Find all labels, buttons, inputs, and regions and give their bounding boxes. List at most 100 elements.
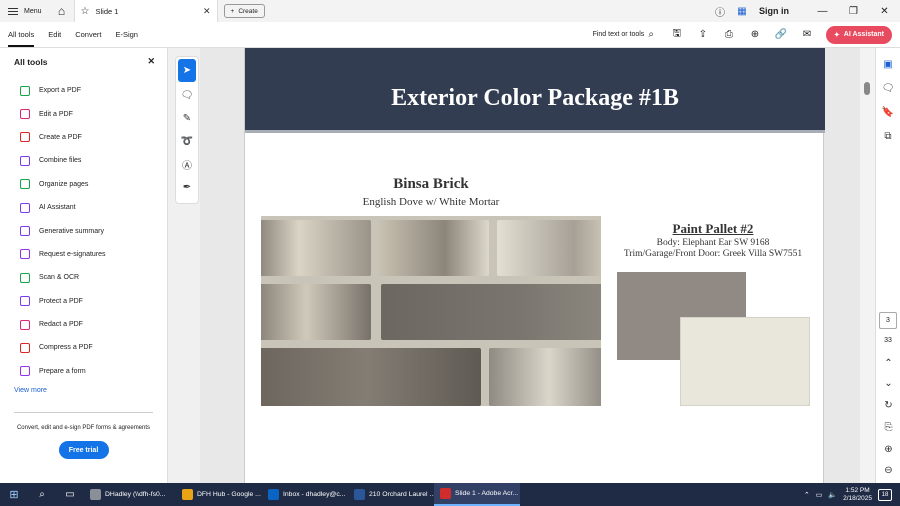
plus-icon: + (230, 7, 235, 15)
create-label: Create (238, 7, 258, 15)
pdf-page: Exterior Color Package #1B Binsa Brick E… (244, 48, 825, 483)
sidebar-item-scan-ocr[interactable]: Scan & OCR (0, 266, 167, 289)
create-button[interactable]: + Create (223, 4, 265, 18)
find-label: Find text or tools (592, 31, 645, 38)
tab-convert[interactable]: Convert (75, 30, 101, 39)
taskbar-app-1[interactable]: DFH Hub - Google ... (176, 483, 262, 506)
help-icon[interactable]: ⓘ (709, 4, 731, 19)
ai-assistant-button[interactable]: ✦ AI Assistant (825, 25, 892, 44)
scrollbar-thumb[interactable] (864, 82, 870, 95)
share-icon[interactable]: ⊕ (746, 29, 764, 40)
text-tool-icon[interactable]: Ⓐ (176, 153, 198, 176)
clock-time: 1:52 PM (845, 486, 870, 494)
taskbar-app-2[interactable]: Inbox - dhadley@c... (262, 483, 348, 506)
zoom-out-icon[interactable]: ⊖ (876, 465, 900, 476)
pen-tool-icon[interactable]: ✎ (176, 107, 198, 130)
email-icon[interactable]: ✉ (798, 29, 816, 40)
apps-grid-icon[interactable]: ▦ (731, 6, 753, 17)
sidebar-item-compress-a-pdf[interactable]: Compress a PDF (0, 336, 167, 359)
link-icon[interactable]: 🔗 (772, 29, 790, 40)
sidebar-item-edit-a-pdf[interactable]: Edit a PDF (0, 102, 167, 125)
create-pdf-icon (20, 132, 30, 143)
task-view-icon[interactable]: ▭ (56, 489, 84, 500)
chevron-up-icon[interactable]: ⌃ (804, 491, 810, 499)
edit-panel-icon[interactable]: ▣ (876, 52, 900, 76)
current-page-input[interactable]: 3 (879, 312, 897, 329)
volume-icon[interactable]: 🔈 (828, 491, 837, 499)
taskbar-app-0[interactable]: DHadley (\\dfh-fs0... (84, 483, 176, 506)
rotate-icon[interactable]: ↻ (876, 400, 900, 411)
select-tool-icon[interactable]: ➤ (178, 59, 196, 82)
total-pages: 33 (884, 337, 892, 344)
windows-start-icon[interactable]: ⊞ (0, 488, 28, 501)
tab-edit[interactable]: Edit (48, 30, 61, 39)
notification-badge[interactable]: 18 (878, 488, 892, 501)
sign-tool-icon[interactable]: ✒ (176, 176, 198, 199)
sidebar-item-create-a-pdf[interactable]: Create a PDF (0, 126, 167, 149)
tab-esign[interactable]: E-Sign (115, 30, 138, 39)
promo-text: Convert, edit and e-sign PDF forms & agr… (16, 425, 151, 432)
panel-title: All tools (14, 56, 48, 67)
sidebar-item-export-a-pdf[interactable]: Export a PDF (0, 79, 167, 102)
print-icon[interactable]: ⎙ (720, 29, 738, 40)
sidebar-item-label: Organize pages (39, 180, 89, 188)
network-icon[interactable]: ▭ (816, 491, 823, 499)
divider (14, 412, 153, 414)
close-window-icon[interactable]: ✕ (869, 6, 900, 17)
app-icon (268, 489, 279, 500)
sidebar-item-label: Prepare a form (39, 367, 86, 375)
free-trial-button[interactable]: Free trial (58, 441, 109, 460)
search-icon[interactable]: ⌕ (28, 489, 56, 500)
taskbar-app-4[interactable]: Slide 1 - Adobe Acr... (434, 483, 520, 506)
brick-photo (261, 216, 601, 406)
find-text-button[interactable]: Find text or tools ⌕ (593, 29, 654, 40)
taskbar-apps: DHadley (\\dfh-fs0... DFH Hub - Google ..… (84, 483, 520, 506)
sidebar-item-combine-files[interactable]: Combine files (0, 149, 167, 172)
sidebar-item-generative-summary[interactable]: Generative summary (0, 219, 167, 242)
sidebar-item-protect-a-pdf[interactable]: Protect a PDF (0, 290, 167, 313)
page-down-icon[interactable]: ⌄ (876, 378, 900, 389)
sidebar-item-organize-pages[interactable]: Organize pages (0, 173, 167, 196)
sidebar-item-prepare-a-form[interactable]: Prepare a form (0, 360, 167, 383)
tab-slide-1[interactable]: ☆ Slide 1 ✕ (73, 0, 218, 22)
close-panel-icon[interactable]: ✕ (147, 56, 155, 67)
brick-title: Binsa Brick (393, 176, 469, 192)
sidebar-item-ai-assistant[interactable]: AI Assistant (0, 196, 167, 219)
menu-button[interactable]: Menu (0, 0, 50, 22)
upload-icon[interactable]: ⇪ (694, 29, 712, 40)
sidebar-item-redact-a-pdf[interactable]: Redact a PDF (0, 313, 167, 336)
zoom-in-icon[interactable]: ⊕ (876, 444, 900, 455)
view-more-link[interactable]: View more (0, 387, 167, 394)
clock[interactable]: 1:52 PM 2/18/2025 (843, 487, 872, 503)
sidebar-item-label: AI Assistant (39, 204, 76, 212)
combine-files-icon (20, 155, 30, 166)
page-up-icon[interactable]: ⌃ (876, 358, 900, 369)
system-tray: ⌃ ▭ 🔈 1:52 PM 2/18/2025 18 (804, 487, 900, 503)
sidebar-item-request-e-signatures[interactable]: Request e-signatures (0, 243, 167, 266)
vertical-scrollbar[interactable] (860, 48, 875, 483)
bookmark-icon[interactable]: 🔖 (876, 100, 900, 124)
export-page-icon[interactable]: ⎘ (876, 422, 900, 433)
sign-in-button[interactable]: Sign in (759, 6, 789, 16)
taskbar-app-3[interactable]: 210 Orchard Laurel ... (348, 483, 434, 506)
app-icon (182, 489, 193, 500)
lasso-tool-icon[interactable]: ➰ (176, 130, 198, 153)
tab-all-tools[interactable]: All tools (8, 30, 35, 47)
restore-icon[interactable]: ❐ (838, 6, 869, 17)
star-icon[interactable]: ☆ (81, 6, 90, 17)
comments-icon[interactable]: 🗨 (876, 76, 900, 100)
document-viewer[interactable]: Exterior Color Package #1B Binsa Brick E… (200, 48, 860, 483)
right-toolbar: ▣ 🗨 🔖 ⧉ 3 33 ⌃ ⌄ ↻ ⎘ ⊕ ⊖ (875, 48, 900, 483)
pages-icon[interactable]: ⧉ (876, 124, 900, 148)
main-toolbar: All tools Edit Convert E-Sign Find text … (0, 22, 900, 48)
palette-title: Paint Pallet #2 (672, 221, 754, 236)
save-icon[interactable]: 🖫 (668, 26, 686, 43)
request-esignatures-icon (20, 249, 30, 260)
home-icon[interactable]: ⌂ (50, 0, 74, 22)
close-tab-icon[interactable]: ✕ (203, 6, 211, 17)
comment-tool-icon[interactable]: 🗨 (176, 84, 198, 107)
vertical-toolbar: ➤ 🗨 ✎ ➰ Ⓐ ✒ (175, 56, 199, 204)
sidebar-item-label: Generative summary (39, 227, 104, 235)
minimize-icon[interactable]: — (807, 6, 838, 17)
organize-pages-icon (20, 179, 30, 190)
